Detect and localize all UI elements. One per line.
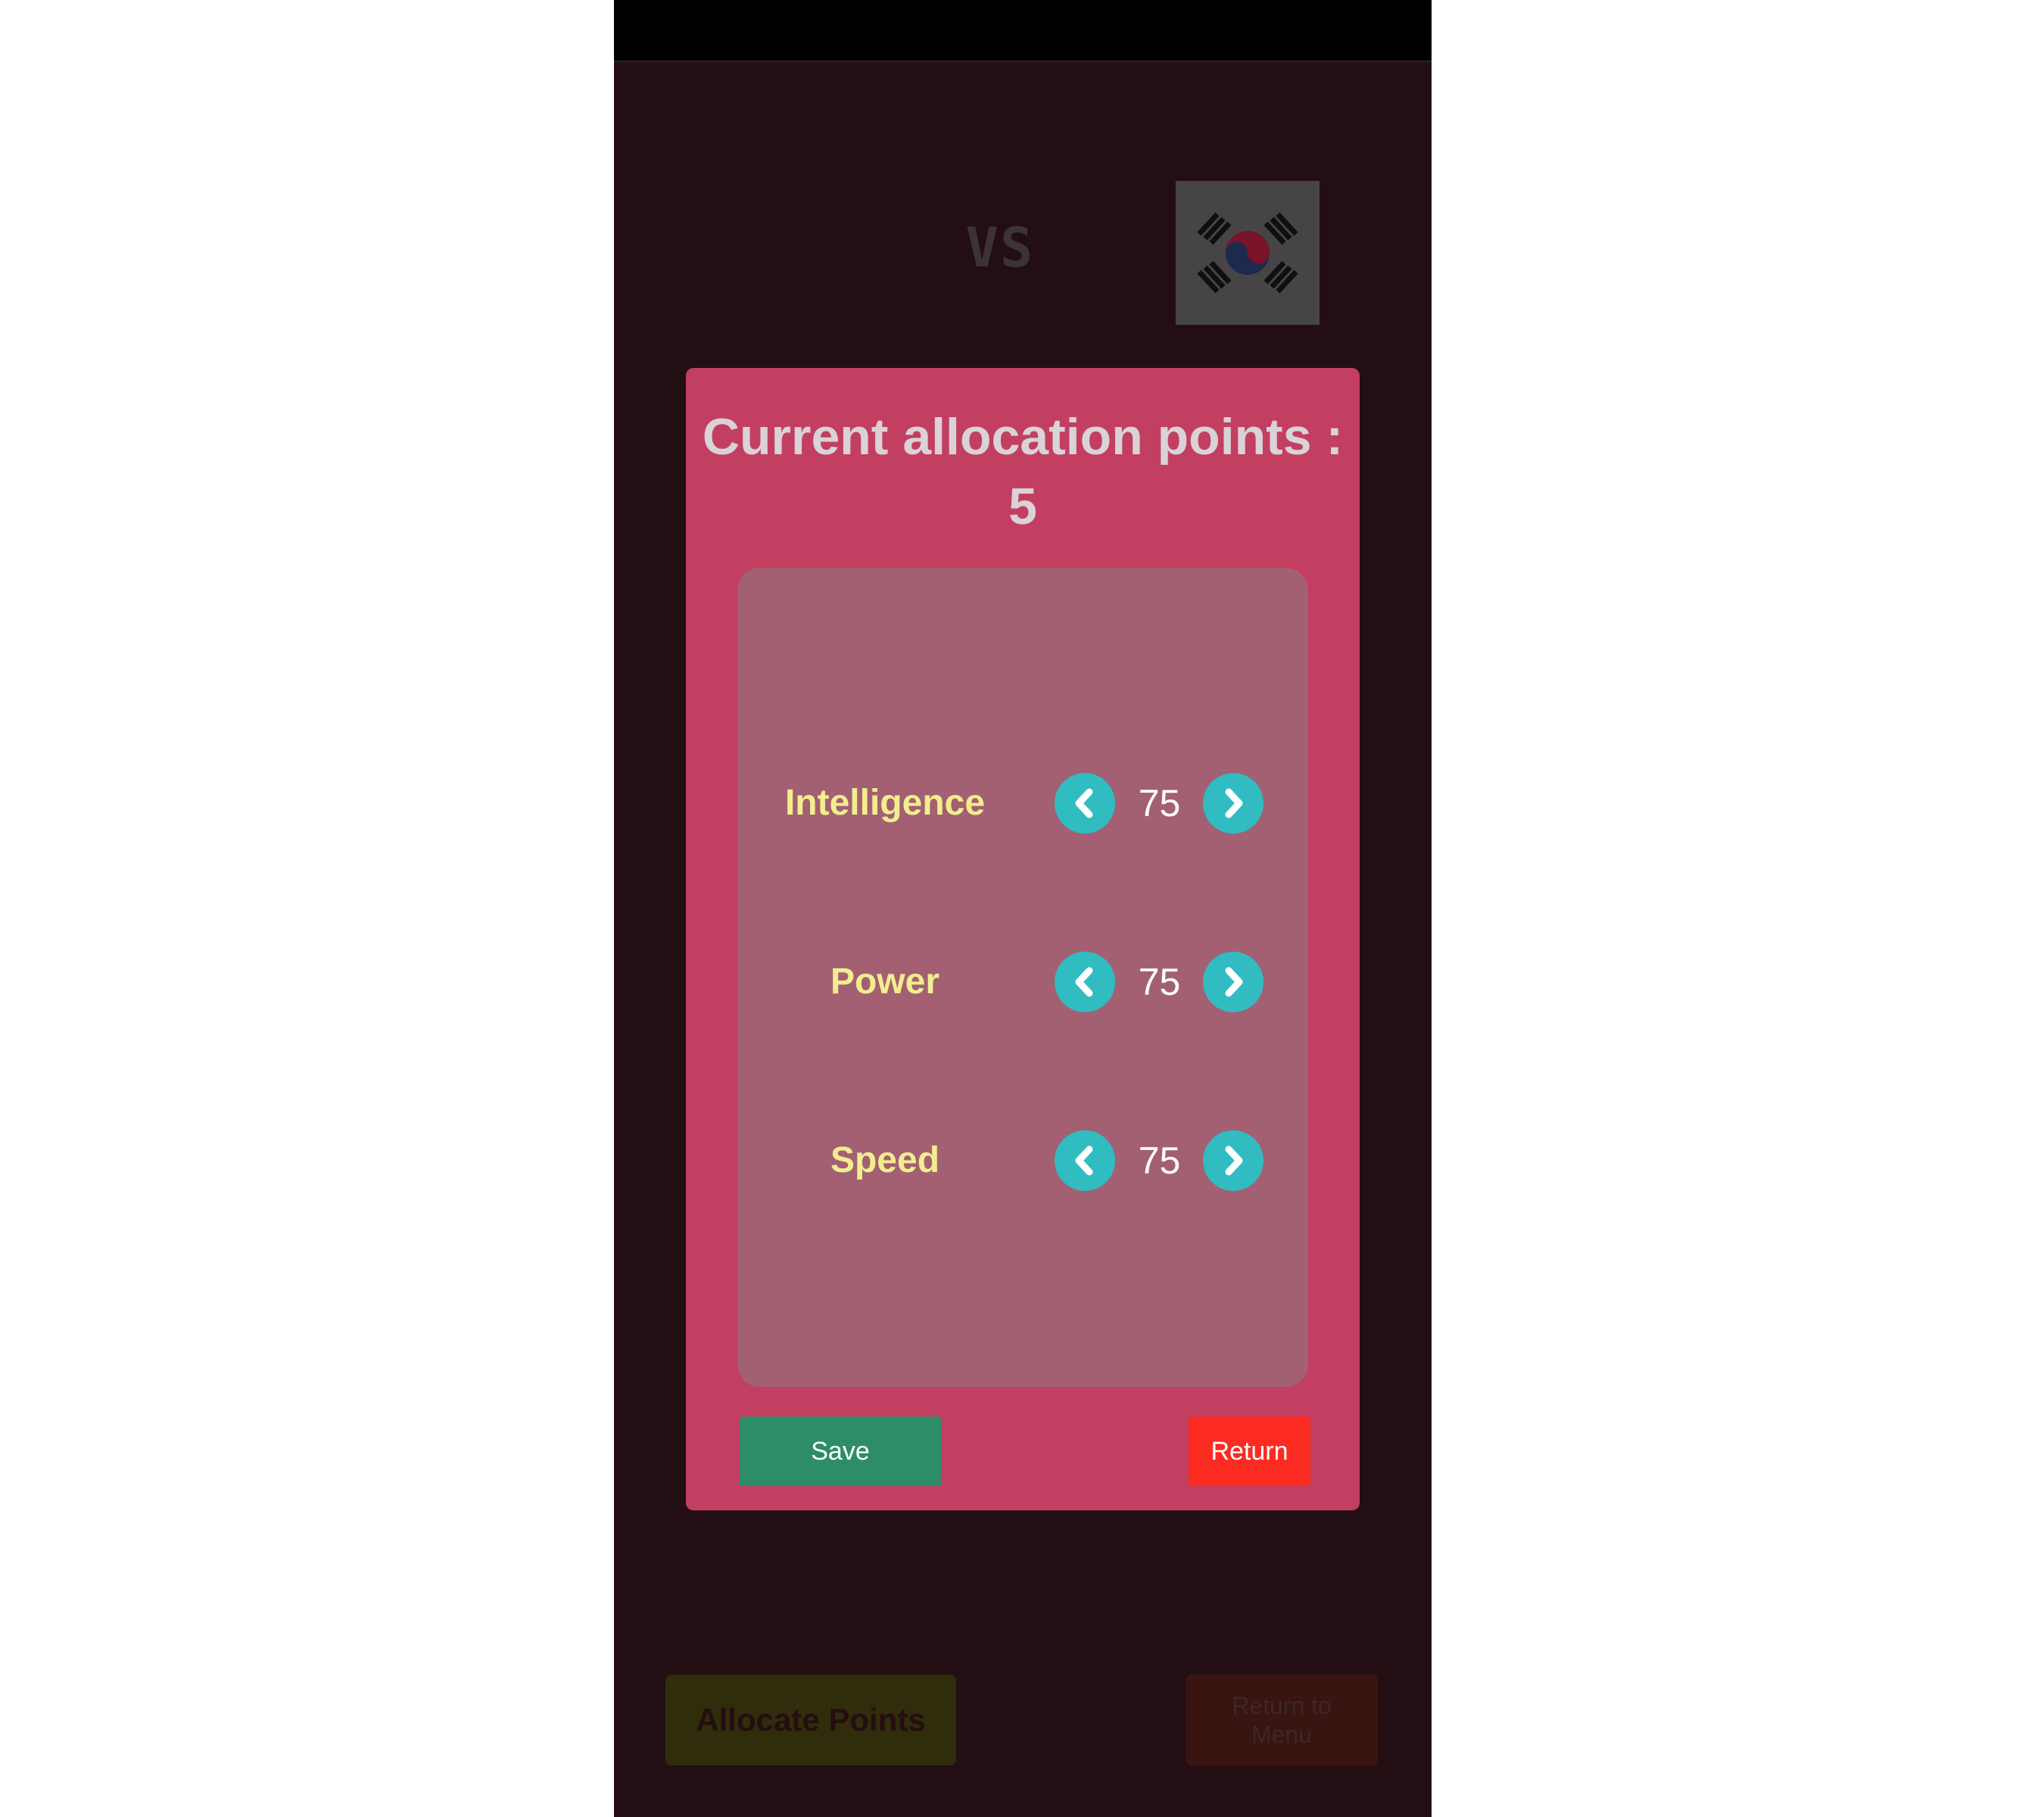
game-screen: VS Current allocation points : 5 Intelli… xyxy=(614,0,1432,1817)
stat-row-speed: Speed 75 xyxy=(737,1130,1308,1191)
chevron-right-icon xyxy=(1225,967,1243,997)
return-to-menu-button[interactable]: Return to Menu xyxy=(1186,1675,1378,1766)
stat-value: 75 xyxy=(1138,1139,1181,1182)
stat-value: 75 xyxy=(1138,961,1181,1003)
vs-label: VS xyxy=(965,216,1035,279)
increase-intelligence-button[interactable] xyxy=(1203,773,1263,834)
stat-label: Intelligence xyxy=(784,783,986,823)
status-bar xyxy=(614,0,1432,62)
decrease-power-button[interactable] xyxy=(1055,952,1115,1012)
save-button[interactable]: Save xyxy=(740,1417,941,1486)
stat-value: 75 xyxy=(1138,782,1181,824)
allocation-points-title: Current allocation points : 5 xyxy=(702,408,1344,535)
stat-row-intelligence: Intelligence 75 xyxy=(737,773,1308,834)
stat-label: Speed xyxy=(830,1140,940,1180)
decrease-speed-button[interactable] xyxy=(1055,1130,1115,1191)
chevron-right-icon xyxy=(1225,1145,1243,1176)
south-korea-flag-icon xyxy=(1176,181,1320,325)
stat-row-power: Power 75 xyxy=(737,952,1308,1012)
chevron-right-icon xyxy=(1225,788,1243,818)
allocation-modal: Current allocation points : 5 Intelligen… xyxy=(686,368,1360,1510)
stats-panel: Intelligence 75 Power 75 Speed 75 xyxy=(737,568,1308,1387)
increase-power-button[interactable] xyxy=(1203,952,1263,1012)
increase-speed-button[interactable] xyxy=(1203,1130,1263,1191)
return-button[interactable]: Return xyxy=(1189,1417,1310,1486)
chevron-left-icon xyxy=(1075,788,1093,818)
chevron-left-icon xyxy=(1075,1145,1093,1176)
opponent-flag xyxy=(1176,181,1320,325)
decrease-intelligence-button[interactable] xyxy=(1055,773,1115,834)
allocate-points-button[interactable]: Allocate Points xyxy=(665,1675,956,1766)
chevron-left-icon xyxy=(1075,967,1093,997)
stat-label: Power xyxy=(830,961,940,1002)
